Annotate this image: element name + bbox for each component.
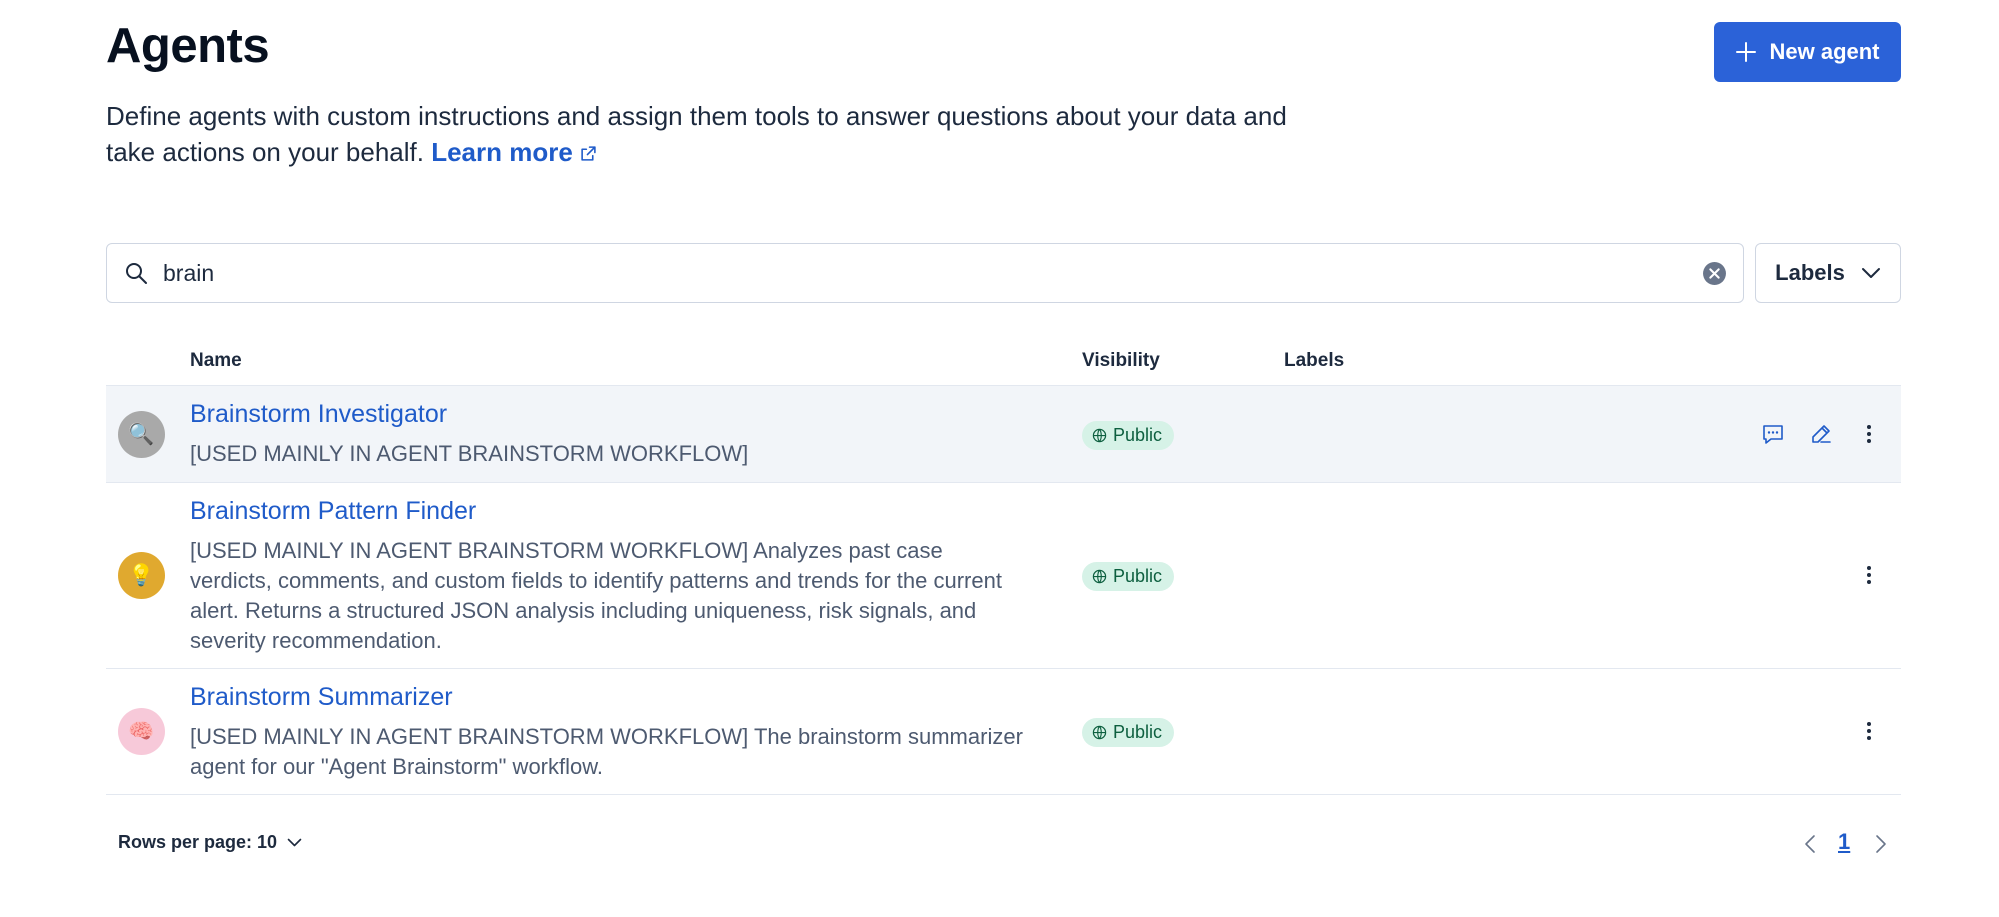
more-actions-button[interactable]: [1856, 562, 1882, 588]
search-input[interactable]: [161, 258, 1702, 288]
table-divider: [106, 794, 1901, 795]
page-description: Define agents with custom instructions a…: [106, 98, 1306, 170]
visibility-badge: Public: [1082, 421, 1175, 450]
visibility-label: Public: [1113, 566, 1163, 586]
table-row: 🧠 Brainstorm Summarizer [USED MAINLY IN …: [106, 669, 1901, 794]
visibility-badge: Public: [1082, 718, 1175, 747]
vertical-dots-icon: [1867, 425, 1871, 443]
agent-avatar: 🔍: [118, 411, 165, 458]
column-header-name[interactable]: Name: [190, 350, 242, 372]
page-title: Agents: [106, 19, 270, 73]
new-agent-label: New agent: [1769, 39, 1880, 64]
description-text: Define agents with custom instructions a…: [106, 101, 1287, 167]
more-actions-button[interactable]: [1856, 718, 1882, 744]
agent-avatar: 🧠: [118, 708, 165, 755]
agent-name-link[interactable]: Brainstorm Pattern Finder: [190, 497, 476, 526]
vertical-dots-icon: [1867, 566, 1871, 584]
visibility-label: Public: [1113, 425, 1163, 445]
rows-per-page-selector[interactable]: Rows per page: 10: [118, 832, 302, 853]
chat-icon: [1763, 425, 1783, 444]
agent-description: [USED MAINLY IN AGENT BRAINSTORM WORKFLO…: [190, 724, 1023, 779]
pencil-icon: [1812, 425, 1831, 443]
column-header-visibility[interactable]: Visibility: [1082, 350, 1160, 372]
visibility-badge: Public: [1082, 562, 1175, 591]
learn-more-link[interactable]: Learn more: [431, 137, 597, 167]
search-box[interactable]: [106, 243, 1744, 303]
more-actions-button[interactable]: [1856, 421, 1882, 447]
search-icon: [126, 263, 147, 284]
agent-name-link[interactable]: Brainstorm Investigator: [190, 400, 447, 429]
agent-description: [USED MAINLY IN AGENT BRAINSTORM WORKFLO…: [190, 441, 749, 466]
chat-button[interactable]: [1760, 421, 1786, 447]
labels-filter-button[interactable]: Labels: [1755, 243, 1901, 303]
next-page-button[interactable]: [1869, 830, 1893, 858]
labels-filter-label: Labels: [1775, 260, 1845, 285]
agent-avatar: 💡: [118, 552, 165, 599]
chevron-down-icon: [1861, 268, 1880, 278]
clear-search-icon[interactable]: [1702, 261, 1727, 286]
globe-icon: [1092, 428, 1107, 443]
chevron-down-icon: [287, 838, 302, 847]
new-agent-button[interactable]: New agent: [1714, 22, 1901, 82]
external-link-icon: [581, 146, 596, 161]
plus-icon: [1736, 42, 1757, 62]
chevron-right-icon: [1876, 835, 1886, 853]
page-number-current[interactable]: 1: [1838, 829, 1850, 855]
rows-per-page-label: Rows per page: 10: [118, 832, 278, 852]
previous-page-button[interactable]: [1798, 830, 1822, 858]
column-header-labels[interactable]: Labels: [1284, 350, 1344, 372]
learn-more-label: Learn more: [431, 137, 573, 167]
agent-name-link[interactable]: Brainstorm Summarizer: [190, 683, 453, 712]
visibility-label: Public: [1113, 722, 1163, 742]
edit-button[interactable]: [1808, 421, 1834, 447]
chevron-left-icon: [1805, 835, 1815, 853]
vertical-dots-icon: [1867, 722, 1871, 740]
table-row: 💡 Brainstorm Pattern Finder [USED MAINLY…: [106, 483, 1901, 668]
globe-icon: [1092, 569, 1107, 584]
agent-description: [USED MAINLY IN AGENT BRAINSTORM WORKFLO…: [190, 538, 1002, 653]
globe-icon: [1092, 725, 1107, 740]
table-row: 🔍 Brainstorm Investigator [USED MAINLY I…: [106, 386, 1901, 482]
